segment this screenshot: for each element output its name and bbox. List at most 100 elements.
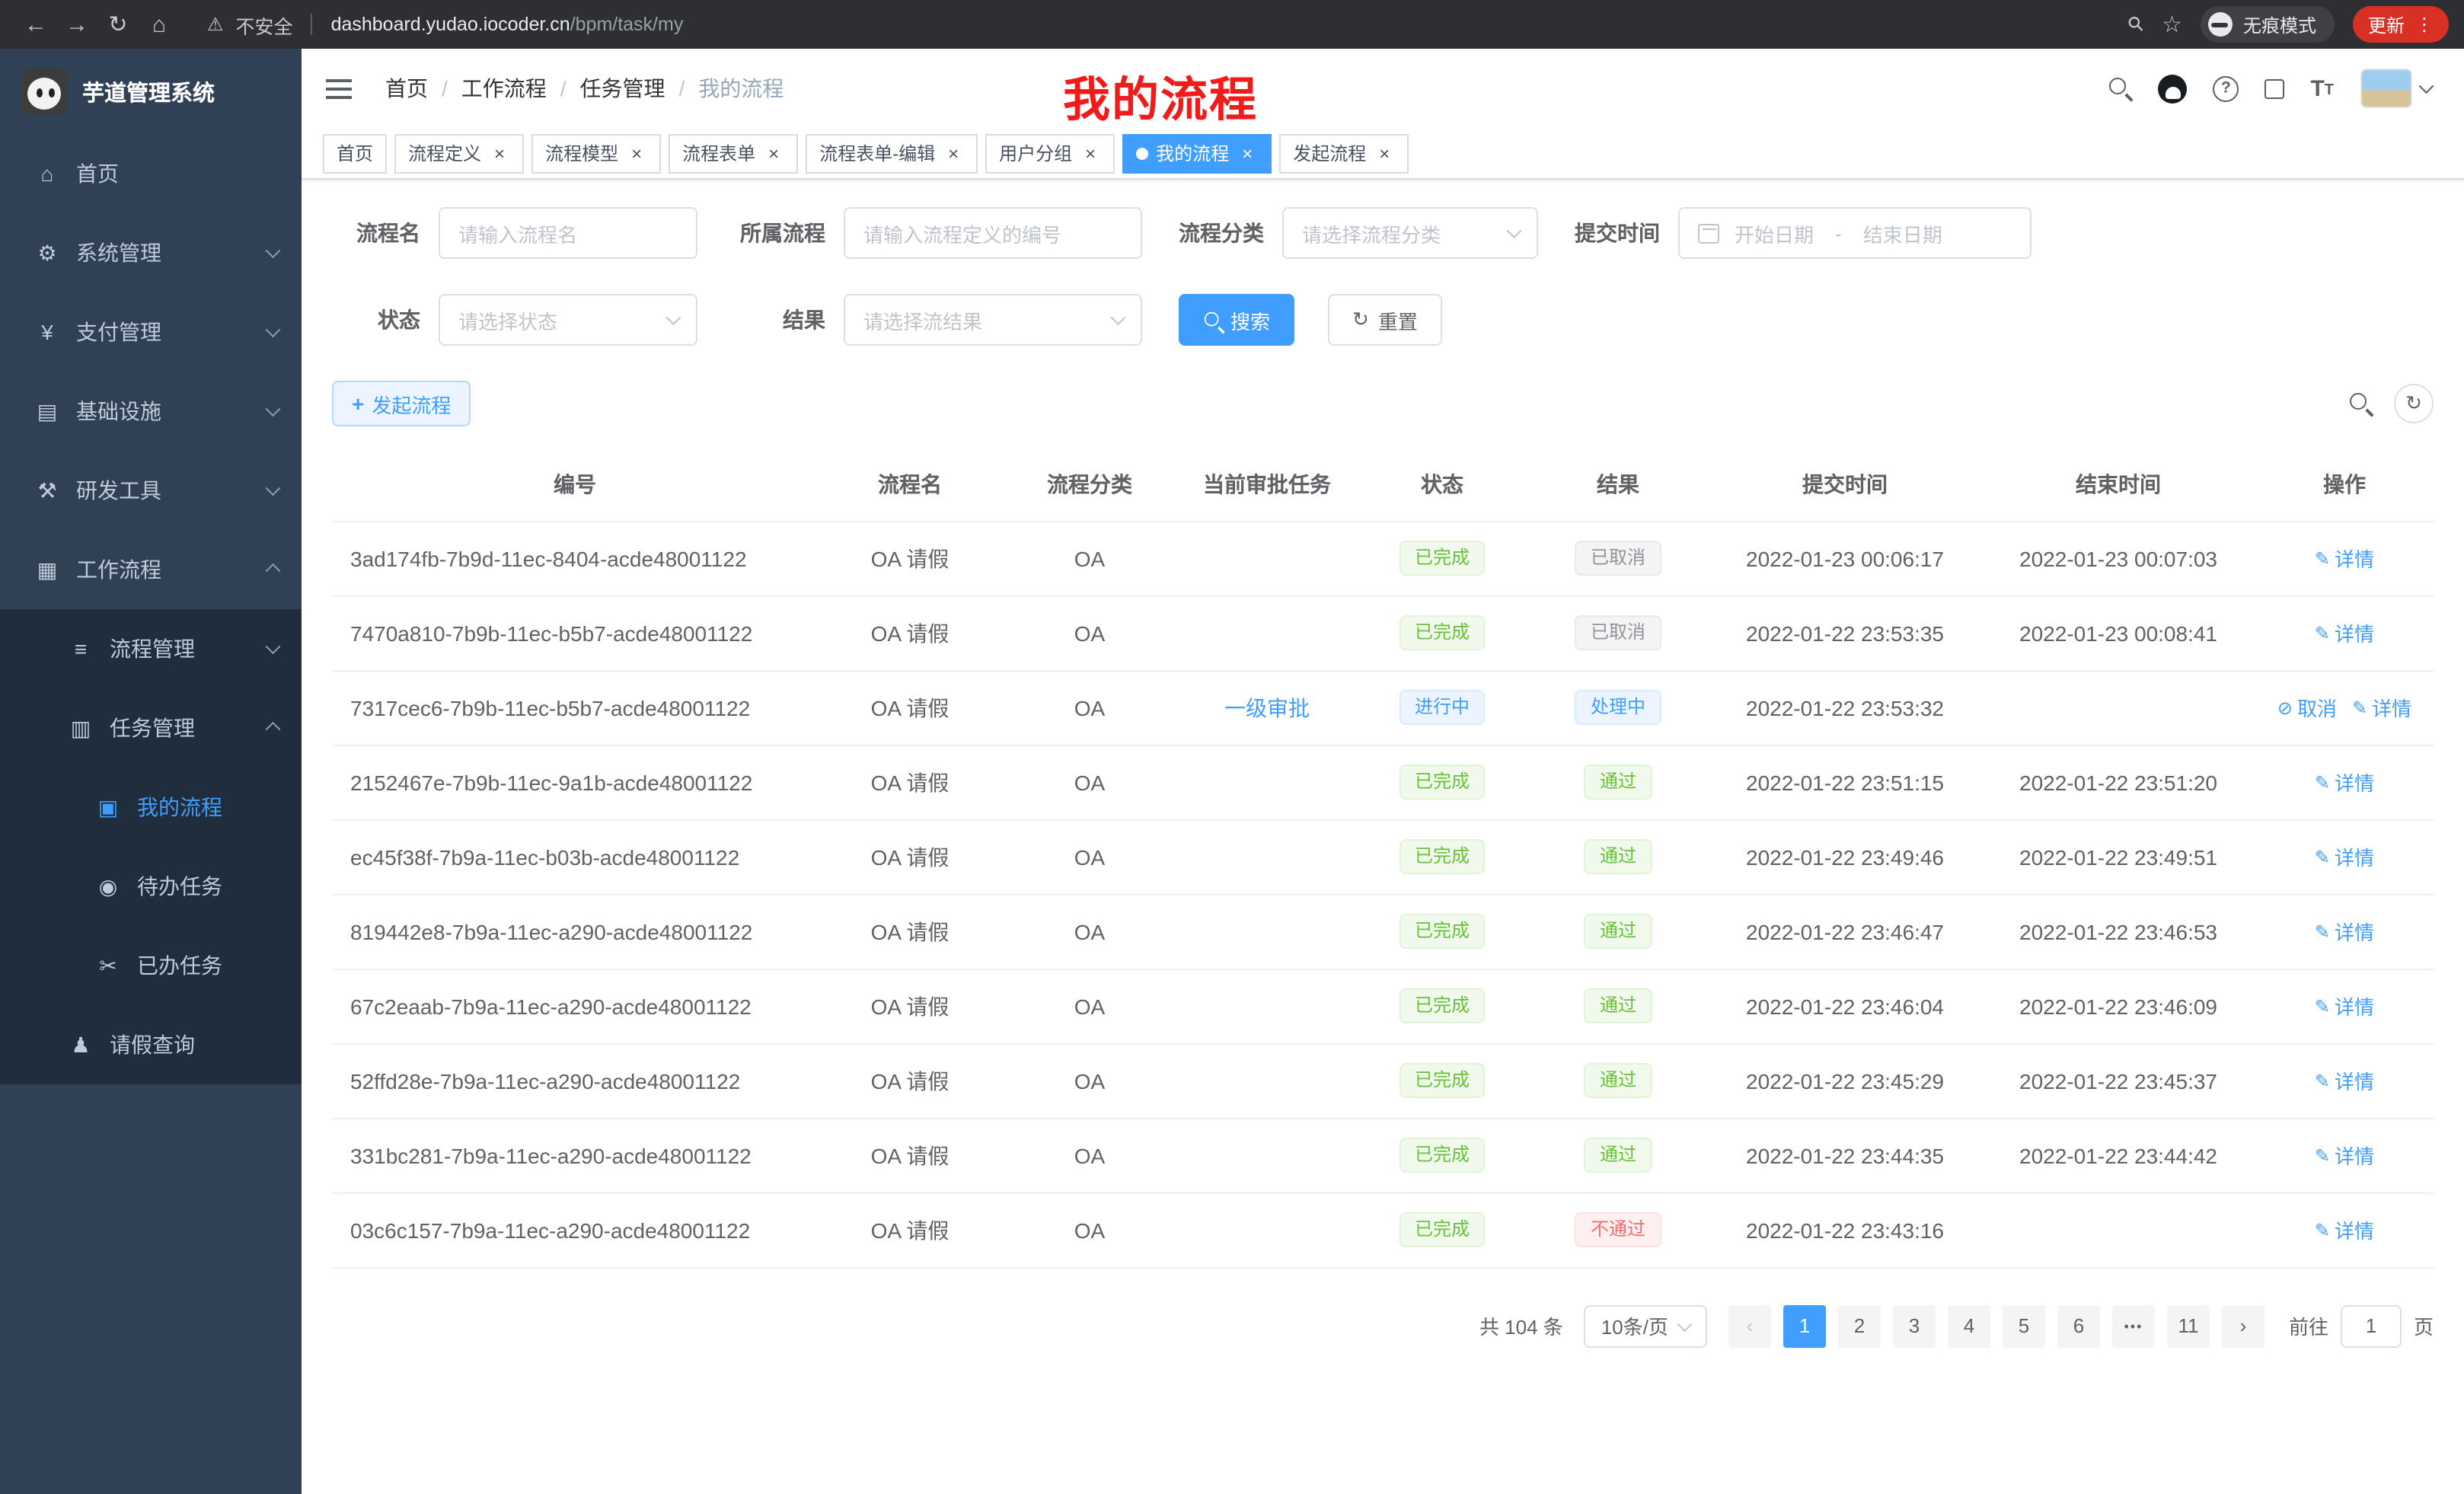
reload-icon[interactable] bbox=[97, 4, 139, 45]
chevron-down-icon bbox=[265, 323, 279, 337]
detail-link[interactable]: ✎详情 bbox=[2315, 842, 2374, 871]
bookmark-star-icon[interactable] bbox=[2162, 10, 2182, 39]
tab-6[interactable]: 我的流程× bbox=[1122, 133, 1272, 173]
github-icon[interactable] bbox=[2158, 74, 2187, 103]
current-task-link[interactable]: 一级审批 bbox=[1224, 695, 1310, 720]
page-button[interactable]: 5 bbox=[2003, 1304, 2045, 1347]
tab-7[interactable]: 发起流程× bbox=[1279, 133, 1409, 173]
detail-link[interactable]: ✎详情 bbox=[2315, 768, 2374, 796]
app-logo[interactable]: 芋道管理系统 bbox=[0, 49, 302, 134]
sidebar-item-todo-tasks[interactable]: ◉ 待办任务 bbox=[0, 847, 302, 926]
search-icon bbox=[1205, 312, 1220, 327]
breadcrumb: 首页/工作流程/任务管理/我的流程 bbox=[385, 73, 784, 104]
close-icon[interactable]: × bbox=[943, 142, 964, 164]
browser-update-button[interactable]: 更新 bbox=[2353, 6, 2449, 43]
process-category-select[interactable]: 请选择流程分类 bbox=[1282, 207, 1538, 259]
cell-submit-time: 2022-01-22 23:49:46 bbox=[1709, 819, 1981, 894]
page-button[interactable]: 3 bbox=[1893, 1304, 1936, 1347]
sidebar-item-dev-tools[interactable]: ⚒ 研发工具 bbox=[0, 451, 302, 530]
incognito-badge[interactable]: 无痕模式 bbox=[2201, 6, 2335, 43]
sidebar-item-my-process[interactable]: ▣ 我的流程 bbox=[0, 768, 302, 847]
navbar-actions bbox=[2109, 69, 2430, 108]
reset-button[interactable]: 重置 bbox=[1328, 294, 1442, 346]
kebab-menu-icon[interactable] bbox=[2415, 14, 2434, 35]
cell-end-time: 2022-01-22 23:49:51 bbox=[1981, 819, 2255, 894]
close-icon[interactable]: × bbox=[489, 142, 510, 164]
page-size-select[interactable]: 10条/页 bbox=[1585, 1304, 1707, 1347]
close-icon[interactable]: × bbox=[1080, 142, 1101, 164]
hamburger-icon[interactable] bbox=[326, 78, 352, 98]
goto-page-input[interactable] bbox=[2341, 1304, 2402, 1347]
home-icon[interactable] bbox=[139, 4, 180, 45]
close-icon[interactable]: × bbox=[626, 142, 647, 164]
close-icon[interactable]: × bbox=[763, 142, 784, 164]
help-icon[interactable] bbox=[2213, 75, 2239, 101]
cancel-link[interactable]: ⊘取消 bbox=[2277, 693, 2337, 722]
forward-icon[interactable] bbox=[56, 4, 97, 45]
tab-5[interactable]: 用户分组× bbox=[985, 133, 1115, 173]
address-bar[interactable]: 不安全 dashboard.yudao.iocoder.cn/bpm/task/… bbox=[207, 10, 2129, 39]
user-menu[interactable] bbox=[2360, 69, 2430, 108]
prev-page-button[interactable]: ‹ bbox=[1728, 1304, 1771, 1347]
search-toggle-icon[interactable] bbox=[2350, 392, 2373, 415]
page-button[interactable]: 11 bbox=[2167, 1304, 2210, 1347]
tab-4[interactable]: 流程表单-编辑× bbox=[806, 133, 978, 173]
detail-link[interactable]: ✎详情 bbox=[2352, 693, 2411, 722]
sidebar-item-label: 工作流程 bbox=[76, 554, 267, 585]
tab-2[interactable]: 流程模型× bbox=[531, 133, 661, 173]
tab-0[interactable]: 首页 bbox=[323, 133, 387, 173]
sidebar-item-process-management[interactable]: ≡ 流程管理 bbox=[0, 609, 302, 688]
process-definition-input[interactable]: 请输入流程定义的编号 bbox=[844, 207, 1142, 259]
incognito-icon bbox=[2208, 12, 2233, 37]
sidebar-item-leave-query[interactable]: ♟ 请假查询 bbox=[0, 1005, 302, 1084]
table-row: 3ad174fb-7b9d-11ec-8404-acde48001122 OA … bbox=[332, 521, 2434, 595]
detail-link[interactable]: ✎详情 bbox=[2315, 1066, 2374, 1095]
detail-link[interactable]: ✎详情 bbox=[2315, 544, 2374, 573]
process-name-input[interactable]: 请输入流程名 bbox=[439, 207, 697, 259]
sidebar-item-task-management[interactable]: ▥ 任务管理 bbox=[0, 688, 302, 768]
cell-current-task bbox=[1177, 745, 1357, 819]
cell-process-name: OA 请假 bbox=[818, 670, 1002, 745]
sidebar-item-system-management[interactable]: ⚙ 系统管理 bbox=[0, 213, 302, 292]
breadcrumb-item[interactable]: 任务管理 bbox=[580, 73, 665, 104]
detail-link[interactable]: ✎详情 bbox=[2315, 917, 2374, 946]
status-select[interactable]: 请选择状态 bbox=[439, 294, 697, 346]
todo-icon: ◉ bbox=[94, 873, 122, 899]
more-pages-button[interactable]: ••• bbox=[2112, 1304, 2155, 1347]
fullscreen-icon[interactable] bbox=[2265, 78, 2284, 98]
cell-id: 7470a810-7b9b-11ec-b5b7-acde48001122 bbox=[332, 595, 818, 670]
breadcrumb-item[interactable]: 首页 bbox=[385, 73, 428, 104]
close-icon[interactable]: × bbox=[1237, 142, 1258, 164]
detail-link[interactable]: ✎详情 bbox=[2315, 1141, 2374, 1170]
tab-1[interactable]: 流程定义× bbox=[394, 133, 524, 173]
sidebar-item-done-tasks[interactable]: ✂ 已办任务 bbox=[0, 926, 302, 1005]
create-process-button[interactable]: 发起流程 bbox=[332, 381, 471, 426]
refresh-table-button[interactable] bbox=[2394, 384, 2434, 423]
tab-3[interactable]: 流程表单× bbox=[669, 133, 798, 173]
cell-current-task bbox=[1177, 894, 1357, 969]
search-icon[interactable] bbox=[2109, 77, 2132, 100]
page-button[interactable]: 4 bbox=[1948, 1304, 1990, 1347]
breadcrumb-item[interactable]: 工作流程 bbox=[461, 73, 547, 104]
search-button[interactable]: 搜索 bbox=[1179, 294, 1294, 346]
cell-status: 已完成 bbox=[1357, 894, 1527, 969]
sidebar-item-infrastructure[interactable]: ▤ 基础设施 bbox=[0, 372, 302, 451]
chevron-down-icon bbox=[1506, 224, 1520, 238]
result-select[interactable]: 请选择流结果 bbox=[844, 294, 1142, 346]
back-icon[interactable] bbox=[15, 4, 56, 45]
infrastructure-icon: ▤ bbox=[34, 398, 61, 424]
page-button[interactable]: 2 bbox=[1838, 1304, 1881, 1347]
next-page-button[interactable]: › bbox=[2222, 1304, 2265, 1347]
detail-link[interactable]: ✎详情 bbox=[2315, 618, 2374, 647]
submit-time-range-picker[interactable]: 开始日期 - 结束日期 bbox=[1678, 207, 2032, 259]
sidebar-item-workflow[interactable]: ▦ 工作流程 bbox=[0, 530, 302, 609]
detail-link[interactable]: ✎详情 bbox=[2315, 991, 2374, 1020]
sidebar-item-home[interactable]: ⌂ 首页 bbox=[0, 134, 302, 213]
page-button-current[interactable]: 1 bbox=[1783, 1304, 1826, 1347]
sidebar-item-payment-management[interactable]: ¥ 支付管理 bbox=[0, 292, 302, 372]
page-button[interactable]: 6 bbox=[2057, 1304, 2100, 1347]
close-icon[interactable]: × bbox=[1374, 142, 1395, 164]
table-tools bbox=[2350, 384, 2434, 423]
font-size-icon[interactable] bbox=[2310, 77, 2334, 100]
detail-link[interactable]: ✎详情 bbox=[2315, 1215, 2374, 1244]
